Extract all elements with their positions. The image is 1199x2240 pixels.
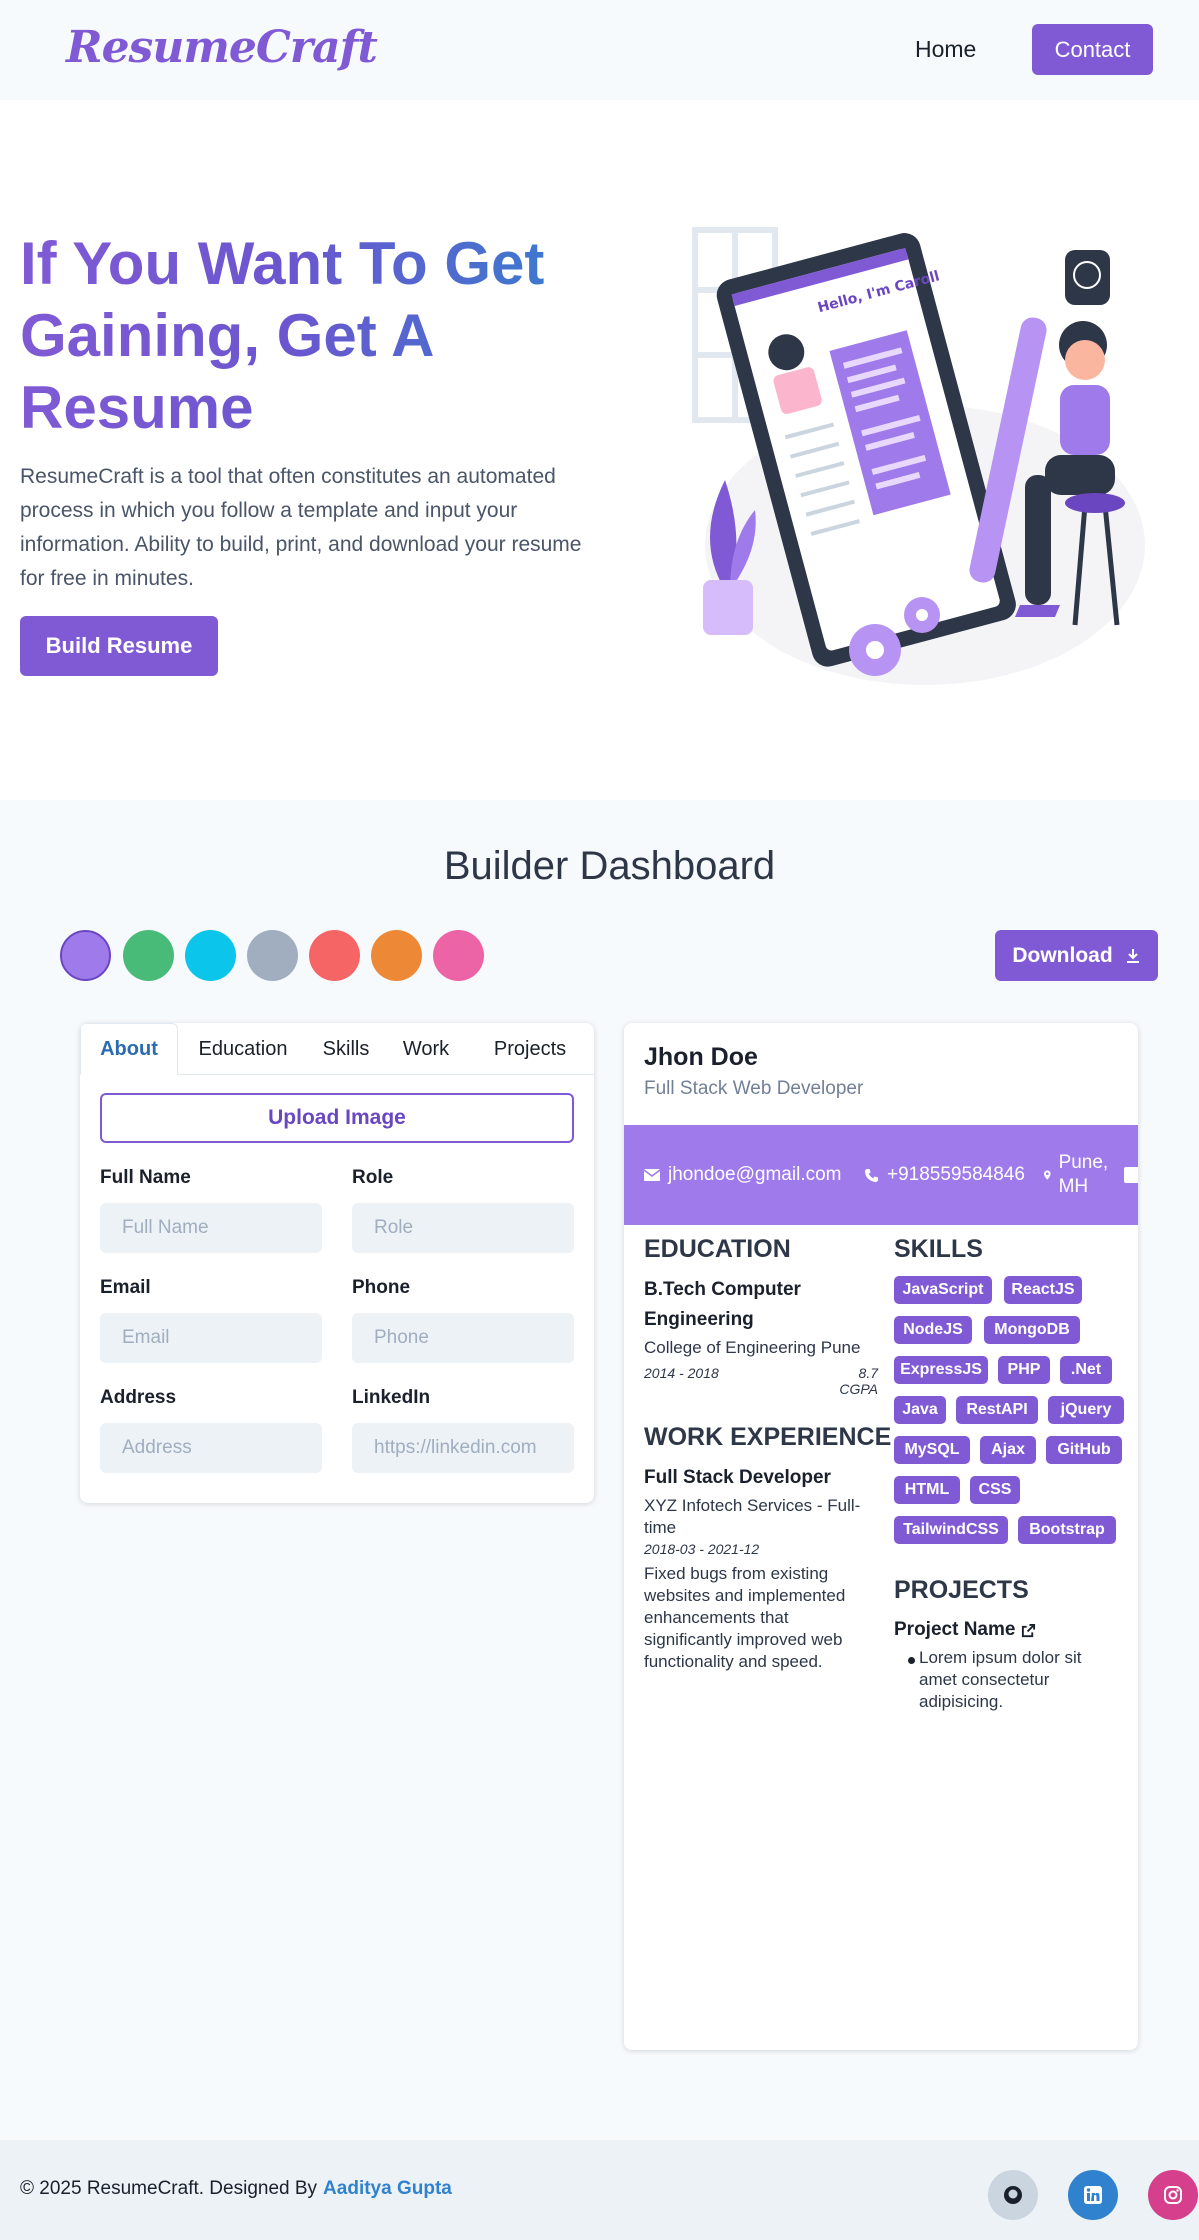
external-link-icon: [1022, 1623, 1036, 1637]
contact-email-text: jhondoe@gmail.com: [668, 1164, 842, 1185]
address-label: Address: [100, 1387, 177, 1408]
download-label: Download: [1012, 943, 1113, 967]
contact-location: Pune, MH: [1044, 1125, 1114, 1225]
tab-skills[interactable]: Skills: [306, 1023, 386, 1075]
footer-text: © 2025 ResumeCraft. Designed By Aaditya G…: [20, 2178, 452, 2200]
full-name-label: Full Name: [100, 1167, 191, 1188]
project-link[interactable]: Project Name: [894, 1615, 1036, 1645]
skill-chip: NodeJS: [894, 1316, 972, 1344]
download-icon: [1126, 948, 1139, 963]
skill-chip: ExpressJS: [894, 1356, 988, 1384]
linkedin-icon: [1084, 2186, 1102, 2204]
linkedin-icon: [1124, 1167, 1138, 1183]
linkedin-label: LinkedIn: [352, 1387, 431, 1408]
skill-chip: PHP: [998, 1356, 1050, 1384]
mail-icon: [644, 1169, 660, 1181]
tab-education[interactable]: Education: [180, 1023, 306, 1075]
resume-preview: Jhon Doe Full Stack Web Developer jhondo…: [624, 1023, 1138, 2050]
skill-chip: HTML: [894, 1476, 960, 1504]
education-years: 2014 - 2018: [644, 1365, 719, 1381]
education-grade: 8.7 CGPA: [839, 1365, 878, 1397]
theme-swatch-cyan[interactable]: [185, 930, 236, 981]
education-heading: EDUCATION: [644, 1235, 791, 1263]
skill-chip: Bootstrap: [1018, 1516, 1116, 1544]
phone-icon: [864, 1168, 879, 1182]
skill-chip: TailwindCSS: [894, 1516, 1008, 1544]
upload-image-button[interactable]: Upload Image: [100, 1093, 574, 1143]
tab-projects[interactable]: Projects: [466, 1023, 594, 1075]
linkedin-button[interactable]: [1068, 2170, 1118, 2220]
author-link[interactable]: Aaditya Gupta: [323, 2178, 452, 2199]
contact-button[interactable]: Contact: [1032, 24, 1153, 75]
footer-copyright: © 2025 ResumeCraft. Designed By: [20, 2178, 318, 2199]
form-card: About Education Skills Work Projects Upl…: [80, 1023, 594, 1503]
contact-location-text: Pune, MH: [1058, 1152, 1109, 1197]
projects-heading: PROJECTS: [894, 1576, 1029, 1604]
contact-email[interactable]: jhondoe@gmail.com: [644, 1125, 842, 1225]
skill-chip: jQuery: [1048, 1396, 1124, 1424]
skill-chip: GitHub: [1046, 1436, 1122, 1464]
skill-chip: Ajax: [980, 1436, 1036, 1464]
resume-name: Jhon Doe: [644, 1043, 758, 1071]
hero-illustration: Hello, I'm Caroll: [692, 227, 1145, 685]
nav-home-link[interactable]: Home: [915, 36, 976, 63]
project-name: Project Name: [894, 1619, 1016, 1640]
resume-role: Full Stack Web Developer: [644, 1078, 864, 1099]
theme-swatch-pink[interactable]: [433, 930, 484, 981]
skill-chip: CSS: [970, 1476, 1020, 1504]
work-dates: 2018-03 - 2021-12: [644, 1541, 760, 1557]
project-bullet: Lorem ipsum dolor sit amet consectetur a…: [919, 1648, 1082, 1711]
contact-phone-text: +918559584846: [887, 1164, 1025, 1185]
skill-chip: RestAPI: [956, 1396, 1038, 1424]
skill-chip: JavaScript: [894, 1276, 992, 1304]
role-label: Role: [352, 1167, 394, 1188]
email-input[interactable]: [100, 1313, 322, 1363]
footer: © 2025 ResumeCraft. Designed By Aaditya G…: [0, 2140, 1199, 2240]
download-button[interactable]: Download: [995, 930, 1158, 981]
hero-description: ResumeCraft is a tool that often constit…: [20, 465, 582, 590]
skill-chip: MySQL: [894, 1436, 970, 1464]
dashboard-title: Builder Dashboard: [443, 844, 776, 888]
form-tabs: About Education Skills Work Projects: [80, 1023, 594, 1075]
theme-swatch-green[interactable]: [123, 930, 174, 981]
bullet-dot: [908, 1657, 915, 1664]
tab-work[interactable]: Work: [386, 1023, 466, 1075]
map-pin-icon: [1044, 1170, 1051, 1180]
skill-chip: Java: [894, 1396, 946, 1424]
skill-chip: MongoDB: [984, 1316, 1080, 1344]
phone-label: Phone: [352, 1277, 411, 1298]
education-degree: B.Tech Computer Engineering: [644, 1279, 801, 1330]
role-input[interactable]: [352, 1203, 574, 1253]
address-input[interactable]: [100, 1423, 322, 1473]
education-school: College of Engineering Pune: [644, 1338, 861, 1357]
contact-linkedin[interactable]: [1124, 1125, 1138, 1225]
full-name-input[interactable]: [100, 1203, 322, 1253]
contact-phone[interactable]: +918559584846: [864, 1125, 1025, 1225]
hero-title: If You Want To Get Gaining, Get A Resume: [20, 228, 620, 444]
contact-band: jhondoe@gmail.com +918559584846 Pune, MH: [624, 1125, 1138, 1225]
tab-about[interactable]: About: [80, 1023, 178, 1075]
skill-chip: .Net: [1060, 1356, 1112, 1384]
phone-input[interactable]: [352, 1313, 574, 1363]
instagram-icon: [1164, 2186, 1182, 2204]
work-company: XYZ Infotech Services - Full-time: [644, 1496, 861, 1537]
skills-heading: SKILLS: [894, 1235, 983, 1263]
skill-chip: ReactJS: [1004, 1276, 1082, 1304]
email-label: Email: [100, 1277, 151, 1298]
github-button[interactable]: [988, 2170, 1038, 2220]
theme-swatch-orange[interactable]: [371, 930, 422, 981]
work-heading: WORK EXPERIENCE: [644, 1423, 892, 1451]
work-position: Full Stack Developer: [644, 1467, 831, 1488]
instagram-button[interactable]: [1148, 2170, 1198, 2220]
navbar: ResumeCraft Home Contact: [0, 0, 1199, 100]
theme-swatch-purple[interactable]: [60, 930, 111, 981]
build-resume-button[interactable]: Build Resume: [20, 616, 218, 676]
logo[interactable]: ResumeCraft: [66, 22, 378, 73]
github-icon: [1004, 2186, 1022, 2204]
theme-swatch-gray[interactable]: [247, 930, 298, 981]
work-description: Fixed bugs from existing websites and im…: [644, 1564, 846, 1671]
linkedin-input[interactable]: [352, 1423, 574, 1473]
theme-swatch-red[interactable]: [309, 930, 360, 981]
